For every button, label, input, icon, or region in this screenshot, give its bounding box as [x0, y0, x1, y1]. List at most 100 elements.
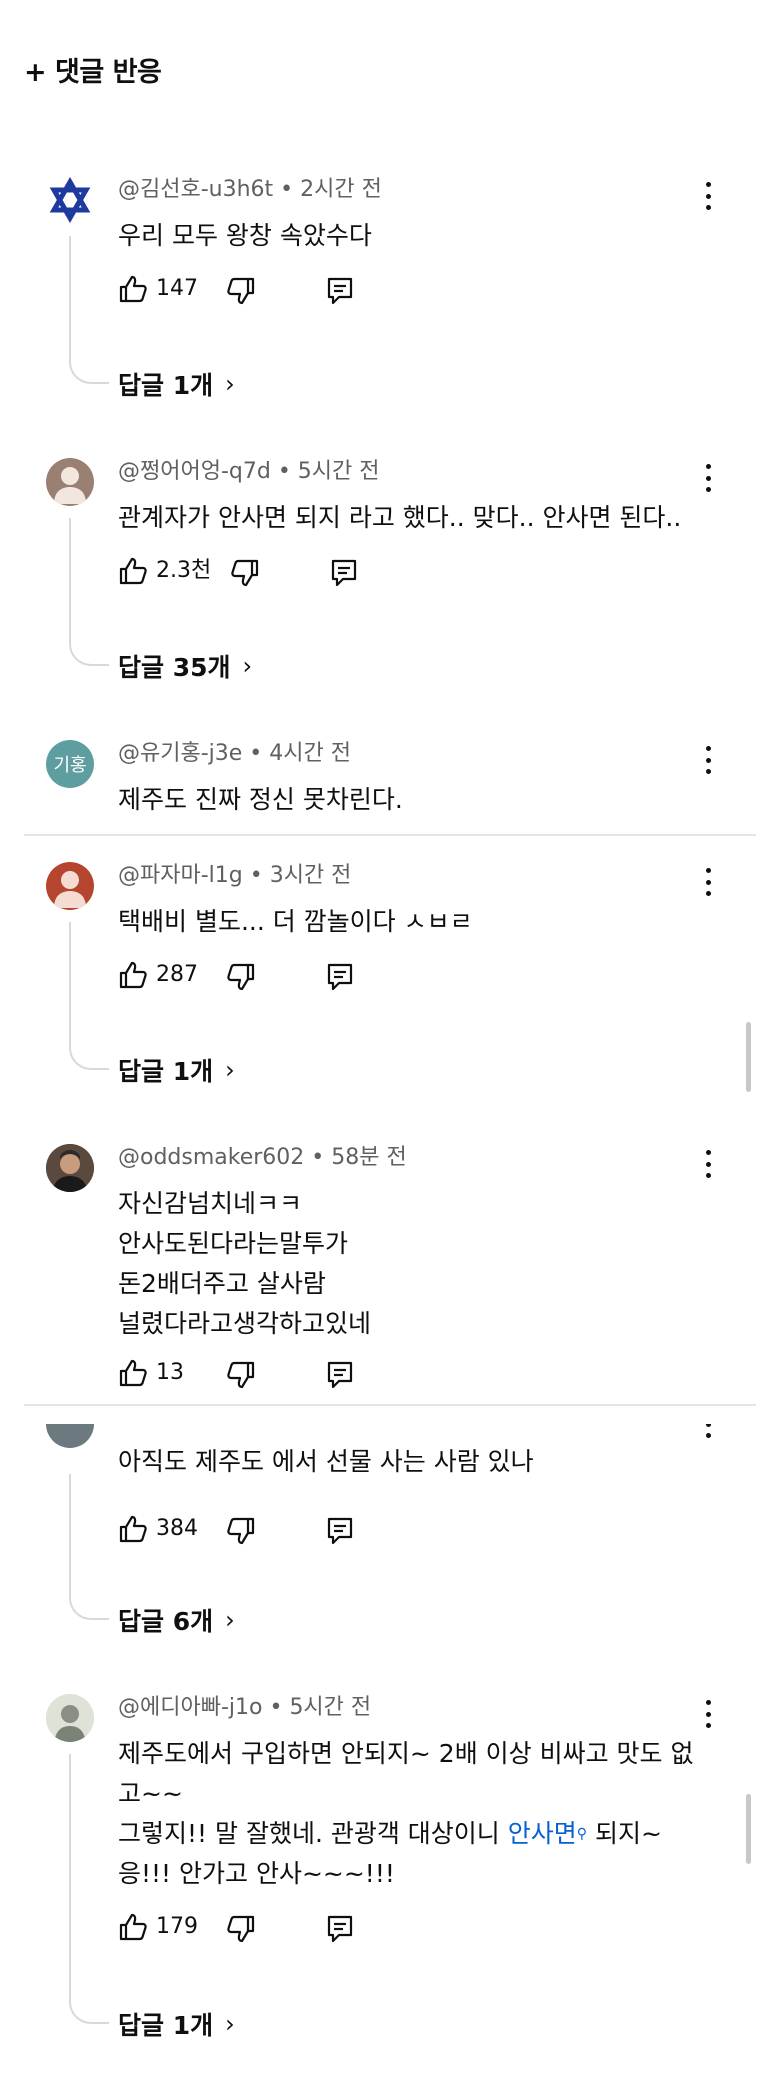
more-vert-icon[interactable] — [700, 1424, 716, 1438]
person-photo-avatar — [46, 1144, 94, 1192]
comment-meta: @oddsmaker602 • 58분 전 — [118, 1145, 407, 1170]
thumbs-up-icon — [118, 1912, 148, 1942]
comment-line: 아직도 제주도 에서 선물 사는 사람 있나 — [118, 1447, 534, 1476]
view-replies-button[interactable]: 답글 1개 › — [118, 366, 235, 402]
thumbs-down-icon[interactable] — [226, 1360, 256, 1390]
like-button[interactable]: 179 — [118, 1912, 198, 1942]
reply-icon[interactable] — [326, 962, 354, 992]
more-vert-icon[interactable] — [700, 1700, 716, 1728]
avatar-initials: 기홍 — [53, 755, 87, 776]
comment-time[interactable]: 3시간 전 — [270, 863, 352, 888]
comment-meta: @에디아빠-j1o • 5시간 전 — [118, 1695, 372, 1720]
avatar[interactable] — [46, 862, 94, 910]
comment-text: 제주도 진짜 정신 못차린다. — [118, 780, 718, 820]
comment-line: 자신감넘치네ㅋㅋ — [118, 1189, 303, 1218]
comment-meta: @파자마-l1g • 3시간 전 — [118, 863, 352, 888]
like-count: 147 — [156, 276, 198, 301]
view-replies-button[interactable]: 답글 35개 › — [118, 648, 252, 684]
divider — [24, 1404, 756, 1406]
replies-label: 답글 35개 — [118, 653, 231, 682]
more-vert-icon[interactable] — [700, 182, 716, 210]
comment-text: 관계자가 안사면 되지 라고 했다.. 맞다.. 안사면 된다.. — [118, 498, 758, 538]
view-replies-button[interactable]: 답글 6개 › — [118, 1602, 235, 1638]
thumbs-up-icon — [118, 960, 148, 990]
comment-text: 제주도에서 구입하면 안되지~ 2배 이상 비싸고 맛도 없 고~~ 그렇지!!… — [118, 1734, 728, 1894]
more-vert-icon[interactable] — [700, 1150, 716, 1178]
thumbs-up-icon — [118, 1358, 148, 1388]
view-replies-button[interactable]: 답글 1개 › — [118, 2006, 235, 2042]
comment-actions: 2.3천 — [118, 556, 378, 592]
like-button[interactable]: 287 — [118, 960, 198, 990]
search-icon[interactable]: ⚲ — [577, 1826, 587, 1842]
comment-time[interactable]: 5시간 전 — [298, 459, 380, 484]
like-button[interactable]: 147 — [118, 274, 198, 304]
thumbs-down-icon[interactable] — [230, 558, 260, 588]
author-handle[interactable]: @쩡어어엉-q7d — [118, 459, 271, 484]
comment-time[interactable]: 5시간 전 — [289, 1695, 371, 1720]
reply-icon[interactable] — [326, 1914, 354, 1944]
thumbs-down-icon[interactable] — [226, 1516, 256, 1546]
like-button[interactable]: 384 — [118, 1514, 198, 1544]
comment-line: 관계자가 안사면 되지 라고 했다.. 맞다.. 안사면 된다.. — [118, 503, 682, 532]
reply-icon[interactable] — [330, 558, 358, 588]
comment-text: 자신감넘치네ㅋㅋ 안사도된다라는말투가 돈2배더주고 살사람 널렸다라고생각하고… — [118, 1184, 718, 1344]
more-vert-icon[interactable] — [700, 464, 716, 492]
search-link-ansamyeon[interactable]: 안사면 — [508, 1819, 577, 1848]
replies-label: 답글 1개 — [118, 1057, 214, 1086]
comment-text-fragment: 되지~ — [587, 1819, 662, 1848]
person-avatar-icon — [54, 871, 86, 908]
comment-time[interactable]: 2시간 전 — [300, 177, 382, 202]
author-handle[interactable]: @에디아빠-j1o — [118, 1695, 262, 1720]
avatar[interactable]: 기홍 — [46, 740, 94, 788]
thread-line — [69, 1474, 109, 1620]
thumbs-up-icon — [118, 1514, 148, 1544]
avatar[interactable] — [46, 458, 94, 506]
chevron-right-icon: › — [225, 1606, 235, 1634]
person-photo-avatar — [46, 1694, 94, 1742]
more-vert-icon[interactable] — [700, 746, 716, 774]
comment-line: 돈2배더주고 살사람 — [118, 1269, 326, 1298]
reply-icon[interactable] — [326, 1360, 354, 1390]
scrollbar[interactable] — [746, 1794, 751, 1864]
comment-text: 아직도 제주도 에서 선물 사는 사람 있나 — [118, 1442, 718, 1482]
avatar[interactable] — [46, 1144, 94, 1192]
comment-line: 고~~ — [118, 1779, 183, 1808]
reply-icon[interactable] — [326, 1516, 354, 1546]
thread-line — [69, 236, 109, 384]
chevron-right-icon: › — [225, 370, 235, 398]
author-handle[interactable]: @파자마-l1g — [118, 863, 243, 888]
comment-line: 제주도에서 구입하면 안되지~ 2배 이상 비싸고 맛도 없 — [118, 1739, 694, 1768]
avatar[interactable] — [46, 176, 94, 224]
like-count: 13 — [156, 1360, 184, 1385]
author-handle[interactable]: @유기홍-j3e — [118, 741, 242, 766]
comment-time[interactable]: 4시간 전 — [269, 741, 351, 766]
thumbs-down-icon[interactable] — [226, 962, 256, 992]
avatar[interactable] — [46, 1424, 94, 1448]
more-vert-icon[interactable] — [700, 868, 716, 896]
chevron-right-icon: › — [225, 2010, 235, 2038]
scrollbar[interactable] — [746, 1022, 751, 1092]
thread-line — [69, 518, 109, 666]
comment-line: 택배비 별도... 더 깜놀이다 ㅅㅂㄹ — [118, 907, 473, 936]
comment-time[interactable]: 58분 전 — [331, 1145, 406, 1170]
comment-line: 널렸다라고생각하고있네 — [118, 1309, 372, 1338]
thread-line — [69, 1754, 109, 2024]
thumbs-down-icon[interactable] — [226, 1914, 256, 1944]
like-button[interactable]: 2.3천 — [118, 556, 211, 586]
like-count: 179 — [156, 1914, 198, 1939]
like-button[interactable]: 13 — [118, 1358, 184, 1388]
comment-line: 안사도된다라는말투가 — [118, 1229, 349, 1258]
star-of-david-icon — [49, 176, 91, 224]
author-handle[interactable]: @oddsmaker602 — [118, 1145, 304, 1170]
chevron-right-icon: › — [225, 1056, 235, 1084]
comment-actions: 147 — [118, 274, 378, 310]
view-replies-button[interactable]: 답글 1개 › — [118, 1052, 235, 1088]
comment-meta: @쩡어어엉-q7d • 5시간 전 — [118, 459, 380, 484]
chevron-right-icon: › — [242, 652, 253, 680]
author-handle[interactable]: @김선호-u3h6t — [118, 177, 273, 202]
comments-reaction-title: + 댓글 반응 — [24, 57, 162, 88]
thumbs-down-icon[interactable] — [226, 276, 256, 306]
reply-icon[interactable] — [326, 276, 354, 306]
comment-meta: @유기홍-j3e • 4시간 전 — [118, 741, 351, 766]
avatar[interactable] — [46, 1694, 94, 1742]
